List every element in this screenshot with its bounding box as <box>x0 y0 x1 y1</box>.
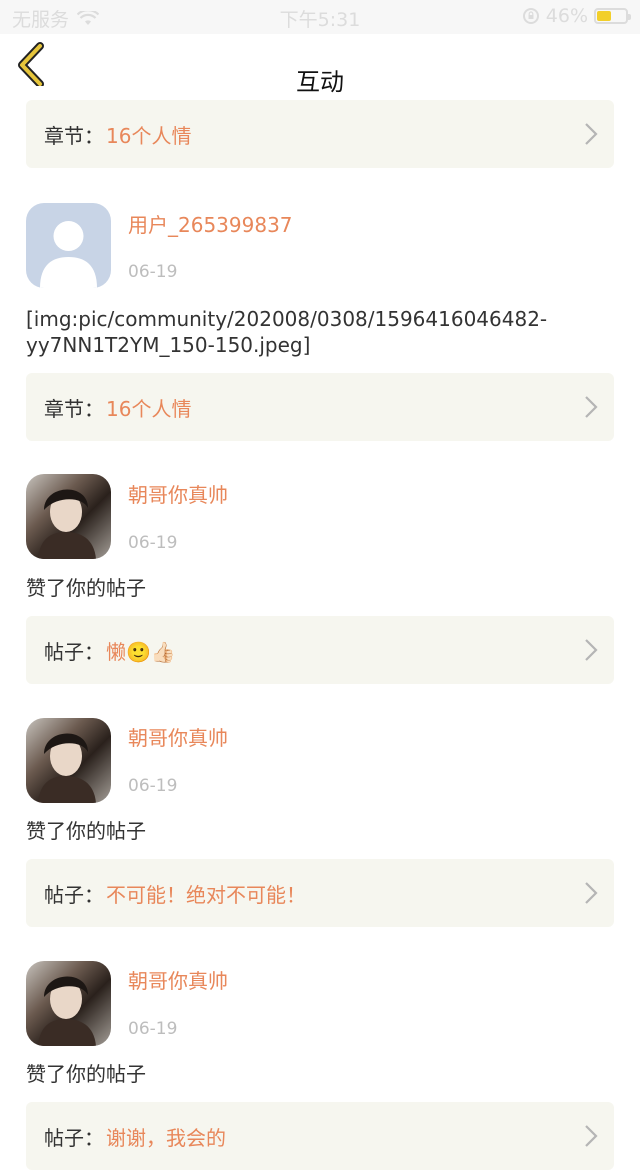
chevron-right-icon <box>585 639 598 661</box>
message-text: [img:pic/community/202008/0308/159641604… <box>26 307 548 357</box>
card-value: 不可能！绝对不可能！ <box>106 883 306 907</box>
nav-bar: 互动 <box>0 34 640 96</box>
chevron-right-icon <box>585 882 598 904</box>
card-value: 16个人情 <box>106 397 192 421</box>
username[interactable]: 用户_265399837 <box>128 209 293 238</box>
card-value: 懒🙂👍🏻 <box>106 640 176 664</box>
avatar[interactable] <box>26 961 111 1046</box>
default-user-icon <box>40 221 97 288</box>
card-value: 谢谢，我会的 <box>106 1126 226 1150</box>
chapter-card[interactable]: 章节： 16个人情 <box>26 373 614 441</box>
post-card[interactable]: 帖子： 懒🙂👍🏻 <box>26 616 614 684</box>
timestamp: 06-19 <box>128 1019 178 1039</box>
avatar[interactable] <box>26 203 111 288</box>
status-bar: 无服务 下午5:31 46% <box>0 0 640 34</box>
battery-icon <box>594 8 631 24</box>
post-card[interactable]: 帖子： 谢谢，我会的 <box>26 1102 614 1170</box>
username[interactable]: 朝哥你真帅 <box>128 965 228 994</box>
timestamp: 06-19 <box>128 533 178 553</box>
user-photo-icon <box>38 733 96 803</box>
orientation-lock-icon <box>522 8 539 24</box>
card-label: 帖子： <box>44 1126 104 1150</box>
user-photo-icon <box>38 489 96 559</box>
chevron-right-icon <box>585 396 598 418</box>
avatar[interactable] <box>26 718 111 803</box>
user-photo-icon <box>38 976 96 1046</box>
username[interactable]: 朝哥你真帅 <box>128 722 228 751</box>
avatar[interactable] <box>26 474 111 559</box>
chapter-card[interactable]: 章节： 16个人情 <box>26 100 614 168</box>
post-card[interactable]: 帖子： 不可能！绝对不可能！ <box>26 859 614 927</box>
message-text: 赞了你的帖子 <box>26 1062 146 1086</box>
page-title: 互动 <box>296 68 344 96</box>
card-value: 16个人情 <box>106 124 192 148</box>
chevron-right-icon <box>585 1125 598 1147</box>
card-label: 帖子： <box>44 640 104 664</box>
username[interactable]: 朝哥你真帅 <box>128 479 228 508</box>
timestamp: 06-19 <box>128 776 178 796</box>
timestamp: 06-19 <box>128 262 178 282</box>
card-label: 章节： <box>44 397 104 421</box>
card-label: 帖子： <box>44 883 104 907</box>
message-text: 赞了你的帖子 <box>26 576 146 600</box>
message-text: 赞了你的帖子 <box>26 819 146 843</box>
battery-percent: 46% <box>545 5 588 27</box>
status-right: 46% <box>522 5 631 27</box>
chevron-right-icon <box>585 123 598 145</box>
card-label: 章节： <box>44 124 104 148</box>
